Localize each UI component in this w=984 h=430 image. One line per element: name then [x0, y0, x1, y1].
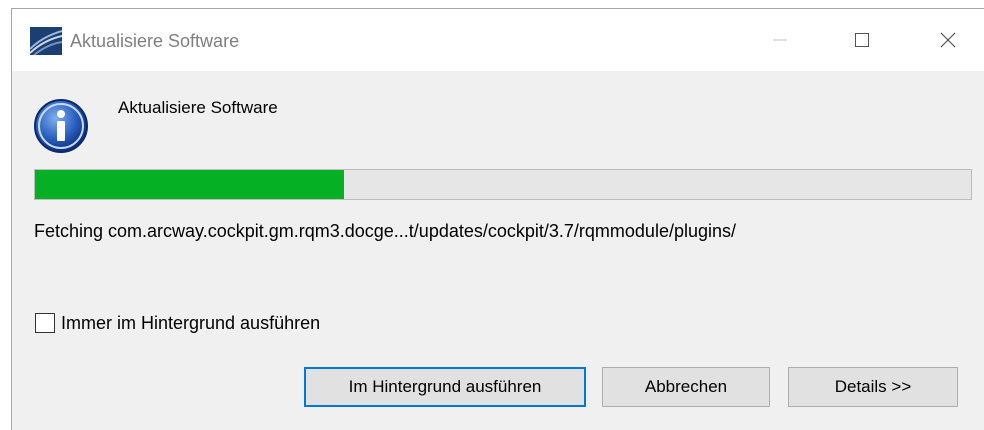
run-in-background-label[interactable]: Immer im Hintergrund ausführen	[61, 313, 320, 334]
progress-status-text: Fetching com.arcway.cockpit.gm.rqm3.docg…	[34, 221, 736, 241]
minimize-button[interactable]	[750, 9, 810, 71]
progress-bar	[34, 169, 972, 200]
run-in-background-option[interactable]: Immer im Hintergrund ausführen	[35, 311, 320, 335]
run-in-background-button[interactable]: Im Hintergrund ausführen	[304, 367, 586, 407]
window-title: Aktualisiere Software	[70, 31, 240, 51]
close-button[interactable]	[918, 9, 978, 71]
progress-bar-fill	[35, 170, 344, 199]
dialog-message: Aktualisiere Software	[118, 98, 278, 117]
run-in-background-checkbox[interactable]	[35, 313, 55, 333]
maximize-icon	[855, 33, 869, 47]
close-icon	[940, 32, 956, 48]
cancel-button[interactable]: Abbrechen	[602, 367, 770, 407]
title-bar[interactable]: Aktualisiere Software	[12, 9, 984, 71]
update-dialog-window: Aktualisiere Software Aktualisiere Softw…	[11, 8, 984, 430]
maximize-button[interactable]	[832, 9, 892, 71]
info-icon	[34, 99, 88, 153]
details-button[interactable]: Details >>	[788, 367, 958, 407]
eclipse-app-icon	[30, 27, 62, 55]
minimize-icon	[773, 39, 787, 41]
